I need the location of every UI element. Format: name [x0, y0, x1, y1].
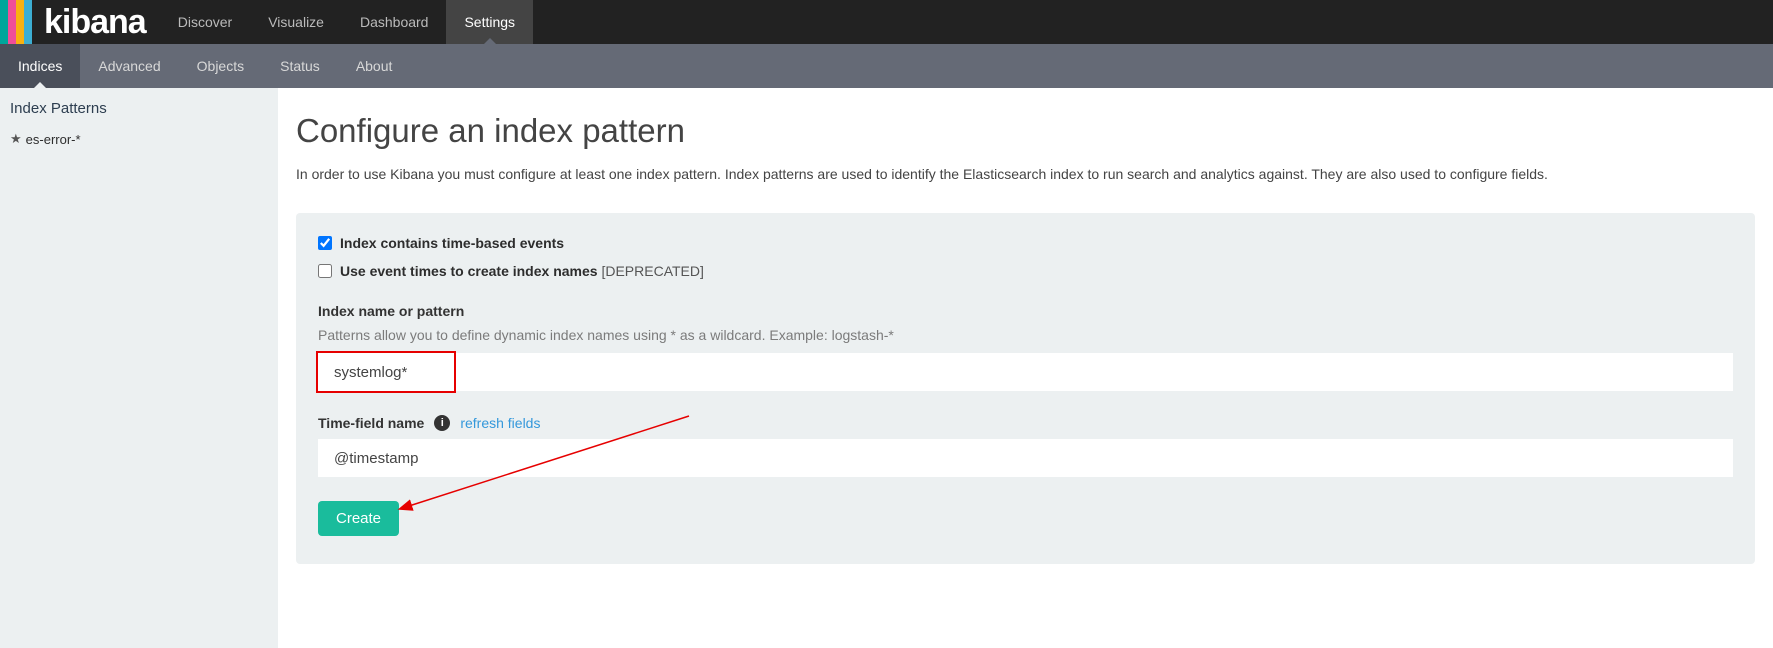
subnav-objects[interactable]: Objects [179, 44, 262, 88]
index-name-input[interactable] [318, 353, 1733, 391]
subnav-advanced[interactable]: Advanced [80, 44, 178, 88]
subnav-indices[interactable]: Indices [0, 44, 80, 88]
brand-text: kibana [44, 3, 146, 42]
info-icon[interactable]: i [434, 415, 450, 431]
page-title: Configure an index pattern [296, 112, 1755, 150]
index-name-block: Index name or pattern Patterns allow you… [318, 303, 1733, 391]
sub-navbar: Indices Advanced Objects Status About [0, 44, 1773, 88]
time-field-label: Time-field name [318, 415, 424, 431]
main-panel: Configure an index pattern In order to u… [278, 88, 1773, 648]
index-name-input-wrap [318, 353, 1733, 391]
time-field-select[interactable]: @timestamp [318, 439, 1733, 477]
time-field-label-row: Time-field name i refresh fields [318, 415, 1733, 431]
subnav-about[interactable]: About [338, 44, 411, 88]
nav-discover[interactable]: Discover [160, 0, 250, 44]
nav-items: Discover Visualize Dashboard Settings [160, 0, 533, 44]
page-description: In order to use Kibana you must configur… [296, 164, 1755, 185]
nav-dashboard[interactable]: Dashboard [342, 0, 447, 44]
top-navbar: kibana Discover Visualize Dashboard Sett… [0, 0, 1773, 44]
star-icon: ★ [10, 131, 22, 147]
checkbox-event-times-row: Use event times to create index names [D… [318, 263, 1733, 279]
brand-stripes [0, 0, 32, 44]
nav-visualize[interactable]: Visualize [250, 0, 342, 44]
content-area: Index Patterns ★ es-error-* Configure an… [0, 88, 1773, 648]
sidebar: Index Patterns ★ es-error-* [0, 88, 278, 648]
sidebar-entry-label: es-error-* [26, 132, 81, 147]
refresh-fields-link[interactable]: refresh fields [460, 415, 540, 431]
config-panel: Index contains time-based events Use eve… [296, 213, 1755, 564]
create-button[interactable]: Create [318, 501, 399, 536]
checkbox-time-based-row: Index contains time-based events [318, 235, 1733, 251]
checkbox-event-times-text: Use event times to create index names [340, 263, 598, 279]
deprecated-tag: [DEPRECATED] [601, 263, 703, 279]
time-field-value: @timestamp [334, 450, 418, 467]
sidebar-title: Index Patterns [10, 100, 268, 117]
checkbox-event-times-label: Use event times to create index names [D… [340, 263, 704, 279]
index-name-label: Index name or pattern [318, 303, 1733, 319]
sidebar-entry-es-error[interactable]: ★ es-error-* [10, 131, 268, 147]
checkbox-time-based-label: Index contains time-based events [340, 235, 564, 251]
brand-logo[interactable]: kibana [0, 0, 160, 44]
subnav-status[interactable]: Status [262, 44, 338, 88]
checkbox-event-times[interactable] [318, 264, 332, 278]
index-name-help: Patterns allow you to define dynamic ind… [318, 327, 1733, 343]
time-field-block: Time-field name i refresh fields @timest… [318, 415, 1733, 477]
nav-settings[interactable]: Settings [446, 0, 533, 44]
checkbox-time-based[interactable] [318, 236, 332, 250]
